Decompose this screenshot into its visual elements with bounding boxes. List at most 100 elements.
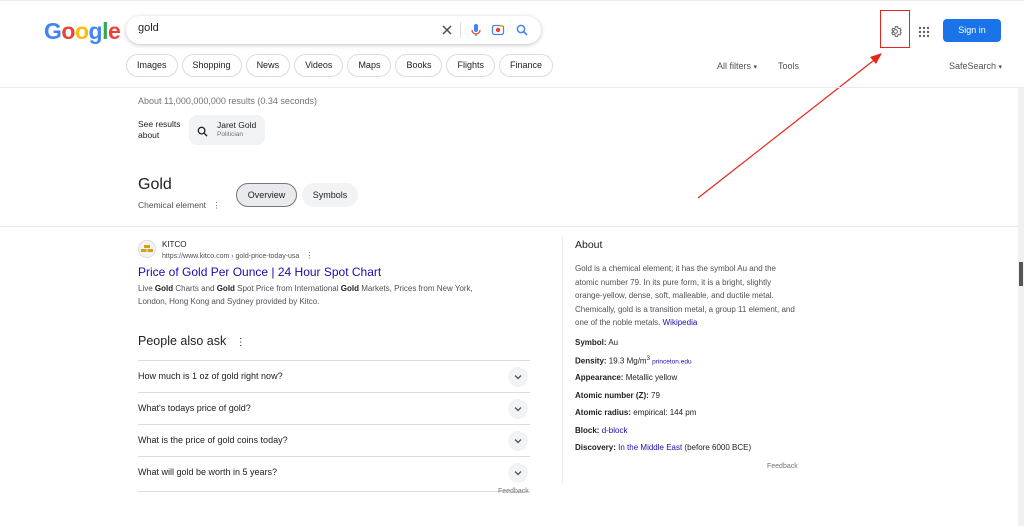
camera-lens-icon[interactable] <box>490 22 506 38</box>
gear-icon[interactable] <box>887 23 903 39</box>
search-icon[interactable] <box>514 22 530 38</box>
fact-key: Symbol: <box>575 338 607 347</box>
logo-letter: o <box>61 18 75 44</box>
fact-link-prefix[interactable]: In the <box>618 443 638 452</box>
fact-key: Density: <box>575 356 607 366</box>
about-fact: Block: d-block <box>575 426 627 435</box>
google-logo[interactable]: Google <box>44 18 121 45</box>
tab-news[interactable]: News <box>245 54 291 77</box>
entity-title: Gold <box>138 176 172 193</box>
chevron-down-icon: ▾ <box>998 64 1003 71</box>
paa-question[interactable]: What is the price of gold coins today? <box>138 424 530 456</box>
search-input[interactable] <box>138 22 418 34</box>
search-divider <box>460 22 461 38</box>
chevron-down-icon[interactable] <box>508 367 528 387</box>
fact-source-link[interactable]: princeton.edu <box>652 358 691 365</box>
tab-maps[interactable]: Maps <box>347 54 392 77</box>
logo-letter: e <box>107 18 121 44</box>
about-description: Gold is a chemical element; it has the s… <box>575 262 800 330</box>
paa-bottom-border <box>138 491 530 492</box>
about-fact: Density: 19.3 Mg/m3 princeton.edu <box>575 356 692 366</box>
entity-subtitle-text: Chemical element <box>138 200 207 210</box>
tools-button[interactable]: Tools <box>778 61 799 71</box>
fact-key: Appearance: <box>575 373 624 382</box>
fact-value: 79 <box>651 390 660 400</box>
search-box[interactable] <box>126 16 541 44</box>
chevron-down-icon[interactable] <box>508 463 528 483</box>
section-divider <box>0 226 1024 227</box>
tab-books[interactable]: Books <box>395 54 443 77</box>
wikipedia-link[interactable]: Wikipedia <box>663 318 698 327</box>
about-title: About <box>575 239 603 251</box>
scrollbar-thumb[interactable] <box>1019 262 1023 286</box>
all-filters-label: All filters <box>717 61 752 71</box>
tab-shopping[interactable]: Shopping <box>181 54 242 77</box>
fact-value: Au <box>608 338 619 347</box>
apps-grid-icon[interactable] <box>918 25 930 38</box>
see-results-name: Jaret Gold <box>217 120 257 130</box>
snippet-part: Gold <box>216 284 235 293</box>
tab-symbols[interactable]: Symbols <box>302 183 358 207</box>
tab-finance[interactable]: Finance <box>498 54 554 77</box>
tab-images[interactable]: Images <box>126 54 178 77</box>
people-also-ask-label: People also ask <box>138 334 227 348</box>
snippet-part: Spot Price from International <box>234 284 341 293</box>
result-site-name: KITCO <box>162 240 187 249</box>
about-fact: Discovery: In the Middle East (before 60… <box>575 443 751 452</box>
logo-letter: G <box>44 18 62 44</box>
fact-link[interactable]: Middle East <box>640 443 682 452</box>
about-fact: Symbol: Au <box>575 338 618 347</box>
safesearch-button[interactable]: SafeSearch ▾ <box>949 61 1002 71</box>
fact-key: Atomic radius: <box>575 408 632 417</box>
all-filters-button[interactable]: All filters ▾ <box>717 61 757 71</box>
scrollbar-track[interactable] <box>1018 88 1024 526</box>
site-favicon[interactable] <box>138 240 156 258</box>
top-border <box>0 0 1024 1</box>
paa-question-text: What will gold be worth in 5 years? <box>138 467 278 477</box>
search-icon <box>197 124 208 142</box>
entity-subtitle: Chemical element ⋮ <box>138 200 221 211</box>
fact-link[interactable]: d-block <box>602 426 628 435</box>
fact-value: (before 6000 BCE) <box>682 443 752 452</box>
result-url-text: https://www.kitco.com › gold-price-today… <box>162 253 300 260</box>
result-url[interactable]: https://www.kitco.com › gold-price-today… <box>162 251 313 260</box>
microphone-icon[interactable] <box>468 22 484 38</box>
chevron-down-icon[interactable] <box>508 399 528 419</box>
tab-flights[interactable]: Flights <box>446 54 495 77</box>
fact-value: 19.3 Mg/m <box>608 356 647 366</box>
people-also-ask-title: People also ask ⋮ <box>138 334 246 348</box>
header-divider <box>0 87 1024 88</box>
logo-letter: o <box>74 18 89 44</box>
about-fact: Atomic number (Z): 79 <box>575 391 660 400</box>
more-options-icon[interactable]: ⋮ <box>305 251 313 260</box>
paa-question-text: What is the price of gold coins today? <box>138 435 288 445</box>
result-stats: About 11,000,000,000 results (0.34 secon… <box>138 96 317 106</box>
fact-key: Discovery: <box>575 443 616 452</box>
snippet-part: Charts and <box>173 284 217 293</box>
snippet-part: Gold <box>340 284 359 293</box>
paa-question-text: How much is 1 oz of gold right now? <box>138 371 283 381</box>
tab-videos[interactable]: Videos <box>294 54 344 77</box>
more-options-icon[interactable]: ⋮ <box>212 200 221 210</box>
see-results-desc: Politician <box>217 131 244 138</box>
more-options-icon[interactable]: ⋮ <box>236 337 246 348</box>
sign-in-button[interactable]: Sign in <box>943 19 1001 42</box>
about-fact: Appearance: Metallic yellow <box>575 373 677 382</box>
fact-key: Atomic number (Z): <box>575 390 649 400</box>
chevron-down-icon: ▾ <box>753 64 758 71</box>
paa-feedback-link[interactable]: Feedback <box>498 488 529 495</box>
paa-question[interactable]: What's todays price of gold? <box>138 392 530 424</box>
chevron-down-icon[interactable] <box>508 431 528 451</box>
logo-letter: g <box>88 18 103 44</box>
about-feedback-link[interactable]: Feedback <box>767 463 798 470</box>
tab-overview[interactable]: Overview <box>236 183 297 207</box>
paa-question[interactable]: What will gold be worth in 5 years? <box>138 456 530 488</box>
snippet-part: Gold <box>154 284 174 293</box>
result-title-link[interactable]: Price of Gold Per Ounce | 24 Hour Spot C… <box>138 265 381 279</box>
fact-value: empirical: 144 pm <box>633 408 697 417</box>
see-results-card[interactable]: Jaret Gold Politician <box>189 115 265 145</box>
paa-question[interactable]: How much is 1 oz of gold right now? <box>138 360 530 392</box>
clear-icon[interactable] <box>439 22 455 38</box>
column-divider <box>562 236 563 484</box>
fact-value: Metallic yellow <box>625 373 678 382</box>
